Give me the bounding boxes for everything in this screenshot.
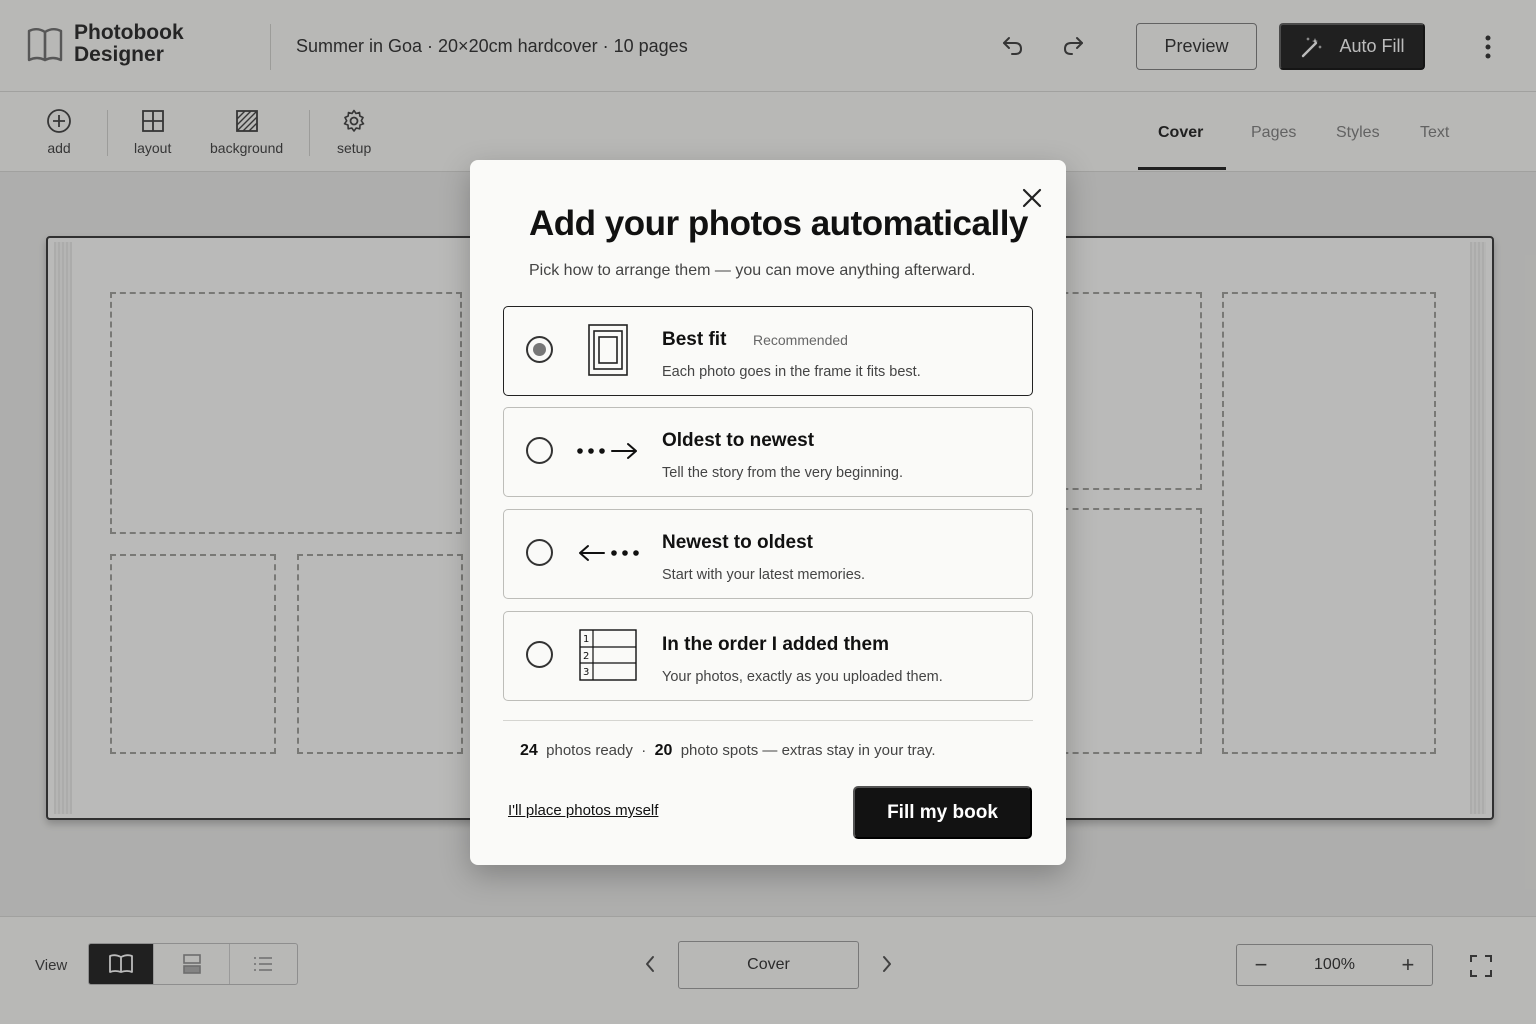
arrow-left-dots-icon — [576, 525, 640, 581]
svg-text:1: 1 — [583, 634, 589, 645]
dialog-subtitle: Pick how to arrange them — you can move … — [529, 262, 976, 279]
option-newest-to-oldest[interactable]: Newest to oldest Start with your latest … — [503, 509, 1033, 599]
option-description: Each photo goes in the frame it fits bes… — [662, 364, 921, 380]
auto-fill-dialog: Add your photos automatically Pick how t… — [470, 160, 1066, 865]
option-title: Oldest to newest — [662, 430, 815, 451]
recommended-badge: Recommended — [753, 332, 848, 348]
option-upload-order[interactable]: 1 2 3 In the order I added them Your photo… — [503, 611, 1033, 701]
option-title: Newest to oldest — [662, 532, 813, 553]
frame-icon — [576, 322, 640, 378]
photos-text: photos ready — [546, 742, 633, 759]
svg-text:3: 3 — [583, 667, 589, 678]
option-best-fit[interactable]: Best fit Recommended Each photo goes in … — [503, 306, 1033, 396]
dots-arrow-right-icon — [576, 423, 640, 479]
svg-text:2: 2 — [583, 651, 589, 662]
option-oldest-to-newest[interactable]: Oldest to newest Tell the story from the… — [503, 407, 1033, 497]
divider — [503, 720, 1033, 721]
summary-separator: · — [641, 742, 647, 759]
numbered-list-icon: 1 2 3 — [576, 627, 640, 683]
radio-selected[interactable] — [526, 336, 553, 363]
spots-text: photo spots — extras stay in your tray. — [680, 742, 936, 759]
option-title: In the order I added them — [662, 634, 889, 655]
radio-unselected[interactable] — [526, 539, 553, 566]
option-description: Start with your latest memories. — [662, 567, 866, 583]
fill-my-book-button[interactable]: Fill my book — [853, 786, 1032, 839]
dialog-title: Add your photos automatically — [529, 204, 1028, 243]
spots-count: 20 — [654, 742, 673, 759]
photo-summary: 24 photos ready · 20 photo spots — extra… — [520, 742, 936, 760]
radio-unselected[interactable] — [526, 641, 553, 668]
option-description: Your photos, exactly as you uploaded the… — [662, 669, 943, 685]
manual-placement-link[interactable]: I'll place photos myself — [508, 802, 658, 819]
photos-count: 24 — [520, 742, 538, 759]
option-title: Best fit — [662, 329, 727, 350]
option-description: Tell the story from the very beginning. — [662, 465, 903, 481]
radio-unselected[interactable] — [526, 437, 553, 464]
